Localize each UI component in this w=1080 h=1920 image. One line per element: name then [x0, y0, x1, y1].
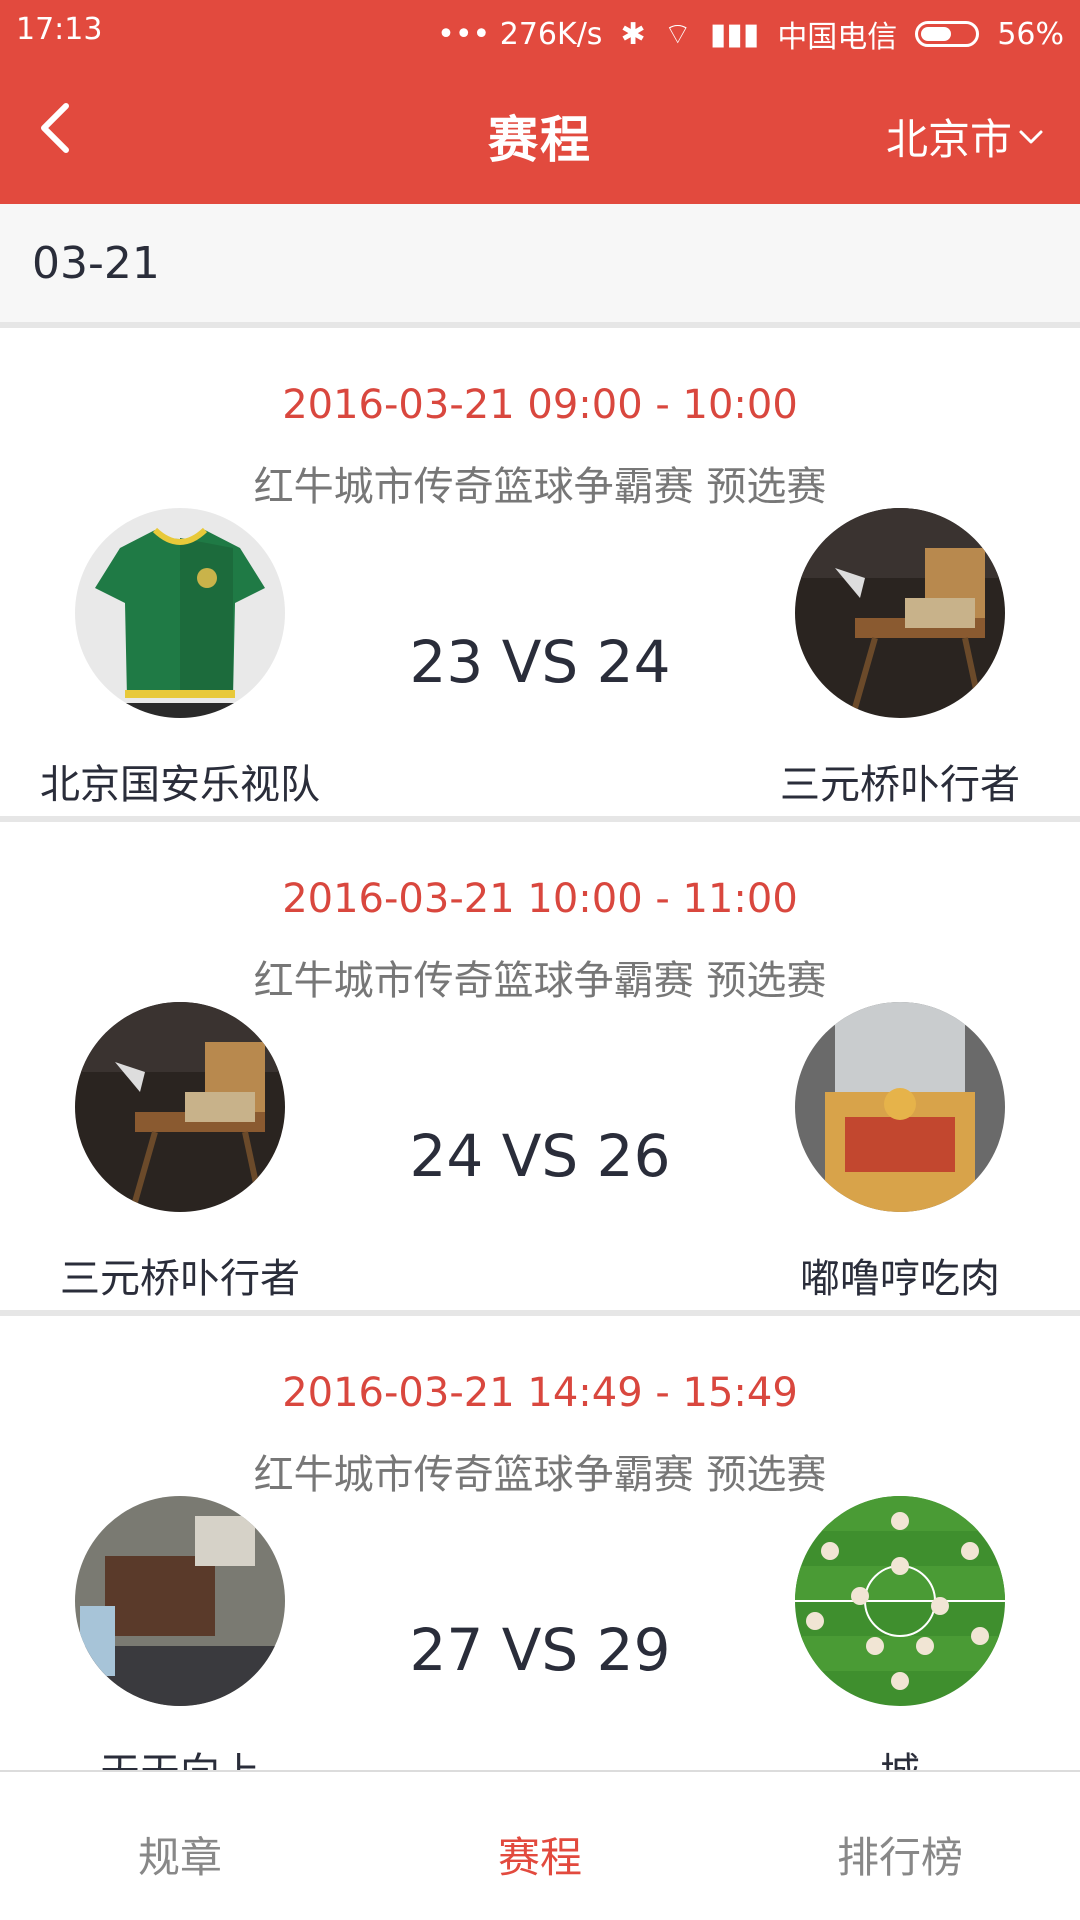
status-bar: 17:13 ••• 276K/s ✱ ⌔ ▮▮▮ 中国电信 56%: [0, 0, 1080, 62]
match-card[interactable]: 2016-03-21 10:00 - 11:00 红牛城市传奇篮球争霸赛 预选赛…: [0, 822, 1080, 1316]
bluetooth-icon: ✱: [620, 16, 646, 52]
match-card[interactable]: 2016-03-21 14:49 - 15:49 红牛城市传奇篮球争霸赛 预选赛…: [0, 1316, 1080, 1810]
status-right: ••• 276K/s ✱ ⌔ ▮▮▮ 中国电信 56%: [437, 12, 1064, 56]
tab-rules[interactable]: 规章: [0, 1772, 360, 1920]
carrier-name: 中国电信: [777, 20, 898, 55]
bottle-avatar-image: [795, 1002, 1005, 1212]
bottom-tab-bar: 规章 赛程 排行榜: [0, 1770, 1080, 1920]
away-team-name: 三元桥卟行者: [780, 762, 1020, 808]
match-time: 2016-03-21 10:00 - 11:00: [282, 876, 798, 922]
network-speed: ••• 276K/s: [437, 16, 603, 52]
match-card[interactable]: 2016-03-21 09:00 - 10:00 红牛城市传奇篮球争霸赛 预选赛…: [0, 328, 1080, 822]
home-team-name: 北京国安乐视队: [40, 762, 320, 808]
city-selector[interactable]: 北京市: [886, 106, 1044, 167]
chevron-down-icon: [1019, 130, 1043, 143]
tab-schedule[interactable]: 赛程: [360, 1772, 720, 1920]
team-avatar[interactable]: [795, 1496, 1005, 1706]
date-label: 03-21: [32, 238, 160, 289]
home-team-name: 三元桥卟行者: [60, 1256, 300, 1302]
chair-avatar-image: [795, 508, 1005, 718]
away-team-name: 嘟噜哼吃肉: [800, 1256, 1000, 1302]
battery-level: 56%: [997, 16, 1064, 52]
signal-icon: ▮▮▮: [709, 16, 760, 52]
team-avatar[interactable]: [795, 1002, 1005, 1212]
battery-icon: [915, 21, 980, 47]
date-header: 03-21: [0, 204, 1080, 328]
wifi-icon: ⌔: [663, 17, 692, 52]
match-time: 2016-03-21 14:49 - 15:49: [282, 1370, 798, 1416]
team-avatar[interactable]: [795, 508, 1005, 718]
match-event: 红牛城市传奇篮球争霸赛 预选赛: [253, 1452, 827, 1498]
match-list: 2016-03-21 09:00 - 10:00 红牛城市传奇篮球争霸赛 预选赛…: [0, 328, 1080, 1810]
match-time: 2016-03-21 09:00 - 10:00: [282, 382, 798, 428]
match-event: 红牛城市传奇篮球争霸赛 预选赛: [253, 958, 827, 1004]
football-field-avatar-image: [795, 1496, 1005, 1706]
app-header: 赛程 北京市: [0, 62, 1080, 204]
status-time: 17:13: [16, 12, 103, 47]
match-event: 红牛城市传奇篮球争霸赛 预选赛: [253, 464, 827, 510]
tab-rankings[interactable]: 排行榜: [720, 1772, 1080, 1920]
city-label: 北京市: [885, 115, 1012, 164]
